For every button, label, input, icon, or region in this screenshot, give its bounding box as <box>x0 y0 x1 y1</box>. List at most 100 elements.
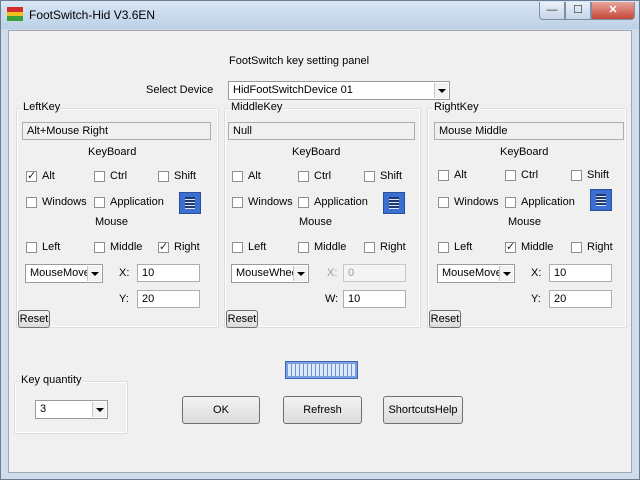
middlekey-mouse-middle-checkbox[interactable] <box>298 242 309 253</box>
rightkey-windows-checkbox[interactable] <box>438 197 449 208</box>
middlekey-mouse-left-checkbox[interactable] <box>232 242 243 253</box>
rightkey-mouse-middle-label: Middle <box>521 241 554 253</box>
middlekey-shift-checkbox[interactable] <box>364 171 375 182</box>
key-quantity-title: Key quantity <box>20 374 83 386</box>
ok-button[interactable]: OK <box>182 396 260 424</box>
leftkey-alt-label: Alt <box>42 170 55 182</box>
chevron-down-icon[interactable] <box>87 266 101 281</box>
leftkey-windows-checkbox[interactable] <box>26 197 37 208</box>
middlekey-alt-label: Alt <box>248 170 261 182</box>
title-bar[interactable]: FootSwitch-Hid V3.6EN — ☐ ✕ <box>1 1 639 29</box>
chevron-down-icon[interactable] <box>499 266 513 281</box>
middlekey-mouse-label: Mouse <box>299 216 333 228</box>
rightkey-mouse-left-label: Left <box>454 241 473 253</box>
middlekey-mouse-right-checkbox[interactable] <box>364 242 375 253</box>
middlekey-group: MiddleKey Null KeyBoard Alt Ctrl Shift W… <box>224 101 421 328</box>
leftkey-ctrl-checkbox[interactable] <box>94 171 105 182</box>
leftkey-reset-button[interactable]: Reset <box>18 310 50 328</box>
rightkey-alt-checkbox[interactable] <box>438 170 449 181</box>
rightkey-keyboard-icon-button[interactable] <box>590 189 612 211</box>
middlekey-alt-checkbox[interactable] <box>232 171 243 182</box>
leftkey-mouse-label: Mouse <box>95 216 129 228</box>
leftkey-windows-label: Windows <box>42 196 87 208</box>
rightkey-x-label: X: <box>531 267 542 279</box>
leftkey-mouse-left-checkbox[interactable] <box>26 242 37 253</box>
leftkey-alt-checkbox[interactable] <box>26 169 37 182</box>
key-quantity-value: 3 <box>40 403 47 415</box>
rightkey-mapping-field[interactable]: Mouse Middle <box>434 122 624 140</box>
rightkey-x-input[interactable]: 10 <box>549 264 612 282</box>
leftkey-x-input[interactable]: 10 <box>137 264 200 282</box>
leftkey-application-checkbox[interactable] <box>94 197 105 208</box>
rightkey-mouse-right-checkbox[interactable] <box>571 242 582 253</box>
rightkey-y-label: Y: <box>531 293 541 305</box>
rightkey-action-value: MouseMove <box>442 267 502 279</box>
rightkey-alt-label: Alt <box>454 169 467 181</box>
chevron-down-icon[interactable] <box>293 266 307 281</box>
rightkey-mouse-middle-checkbox[interactable] <box>505 240 516 253</box>
rightkey-action-select[interactable]: MouseMove <box>437 264 515 283</box>
rightkey-y-input[interactable]: 20 <box>549 290 612 308</box>
leftkey-keyboard-icon-button[interactable] <box>179 192 201 214</box>
leftkey-keyboard-label: KeyBoard <box>88 146 137 158</box>
leftkey-mouse-right-label: Right <box>174 241 200 253</box>
rightkey-mouse-left-checkbox[interactable] <box>438 242 449 253</box>
rightkey-shift-checkbox[interactable] <box>571 170 582 181</box>
maximize-button[interactable]: ☐ <box>565 2 591 20</box>
middlekey-mapping-field[interactable]: Null <box>228 122 415 140</box>
middlekey-x-input[interactable]: 0 <box>343 264 406 282</box>
leftkey-mouse-right-checkbox[interactable] <box>158 240 169 253</box>
leftkey-shift-label: Shift <box>174 170 197 182</box>
rightkey-reset-button[interactable]: Reset <box>429 310 461 328</box>
middlekey-keyboard-icon-button[interactable] <box>383 192 405 214</box>
middlekey-w-input[interactable]: 10 <box>343 290 406 308</box>
device-select-value: HidFootSwitchDevice 01 <box>233 84 353 96</box>
rightkey-ctrl-checkbox[interactable] <box>505 170 516 181</box>
keyboard-image <box>285 361 358 379</box>
middlekey-ctrl-label: Ctrl <box>314 170 332 182</box>
leftkey-y-input[interactable]: 20 <box>137 290 200 308</box>
device-select[interactable]: HidFootSwitchDevice 01 <box>228 81 450 100</box>
rightkey-application-label: Application <box>521 196 575 208</box>
leftkey-group: LeftKey Alt+Mouse Right KeyBoard Alt Ctr… <box>16 101 219 328</box>
leftkey-mouse-left-label: Left <box>42 241 61 253</box>
key-quantity-group: Key quantity 3 <box>14 374 128 434</box>
middlekey-application-checkbox[interactable] <box>298 197 309 208</box>
leftkey-action-select[interactable]: MouseMove <box>25 264 103 283</box>
window-title: FootSwitch-Hid V3.6EN <box>29 8 156 22</box>
middlekey-action-select[interactable]: MouseWheel <box>231 264 309 283</box>
middlekey-keyboard-label: KeyBoard <box>292 146 341 158</box>
middlekey-mouse-left-label: Left <box>248 241 267 253</box>
leftkey-ctrl-label: Ctrl <box>110 170 128 182</box>
leftkey-shift-checkbox[interactable] <box>158 171 169 182</box>
chevron-down-icon[interactable] <box>434 83 448 98</box>
middlekey-mouse-right-label: Right <box>380 241 406 253</box>
leftkey-y-label: Y: <box>119 293 129 305</box>
client-area: FootSwitch key setting panel Select Devi… <box>8 30 632 473</box>
panel-title: FootSwitch key setting panel <box>229 55 370 67</box>
middlekey-x-label: X: <box>327 267 338 279</box>
rightkey-mouse-right-label: Right <box>587 241 613 253</box>
shortcuts-help-button[interactable]: ShortcutsHelp <box>383 396 463 424</box>
rightkey-application-checkbox[interactable] <box>505 197 516 208</box>
chevron-down-icon[interactable] <box>92 402 106 417</box>
rightkey-group: RightKey Mouse Middle KeyBoard Alt Ctrl … <box>427 101 627 328</box>
middlekey-reset-button[interactable]: Reset <box>226 310 258 328</box>
leftkey-mouse-middle-checkbox[interactable] <box>94 242 105 253</box>
rightkey-shift-label: Shift <box>587 169 610 181</box>
rightkey-ctrl-label: Ctrl <box>521 169 539 181</box>
middlekey-mouse-middle-label: Middle <box>314 241 347 253</box>
refresh-button[interactable]: Refresh <box>283 396 362 424</box>
middlekey-title: MiddleKey <box>230 101 284 113</box>
leftkey-mouse-middle-label: Middle <box>110 241 143 253</box>
middlekey-windows-checkbox[interactable] <box>232 197 243 208</box>
leftkey-mapping-field[interactable]: Alt+Mouse Right <box>22 122 211 140</box>
minimize-button[interactable]: — <box>539 2 565 20</box>
middlekey-action-value: MouseWheel <box>236 267 301 279</box>
middlekey-ctrl-checkbox[interactable] <box>298 171 309 182</box>
leftkey-x-label: X: <box>119 267 130 279</box>
close-button[interactable]: ✕ <box>591 2 635 20</box>
middlekey-shift-label: Shift <box>380 170 403 182</box>
middlekey-w-label: W: <box>325 293 339 305</box>
key-quantity-select[interactable]: 3 <box>35 400 108 419</box>
